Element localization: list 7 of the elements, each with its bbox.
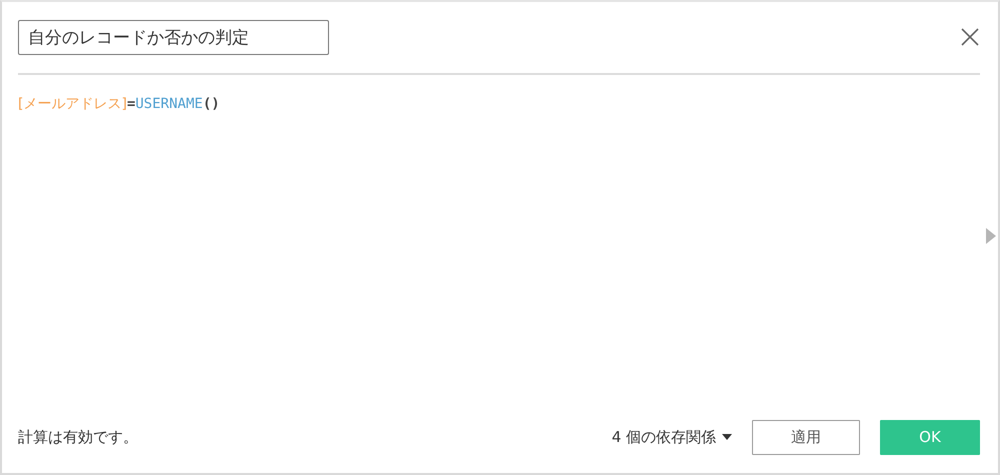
close-icon[interactable] [961, 28, 979, 46]
caret-icon [722, 434, 732, 440]
dependencies-dropdown[interactable]: 4 個の依存関係 [612, 428, 732, 446]
status-text: 計算は有効です。 [18, 428, 138, 446]
formula-text[interactable]: [メールアドレス]=USERNAME() [18, 95, 220, 113]
apply-button[interactable]: 適用 [752, 420, 860, 454]
name-input-field[interactable]: 自分のレコードか否かの判定 [18, 20, 329, 54]
